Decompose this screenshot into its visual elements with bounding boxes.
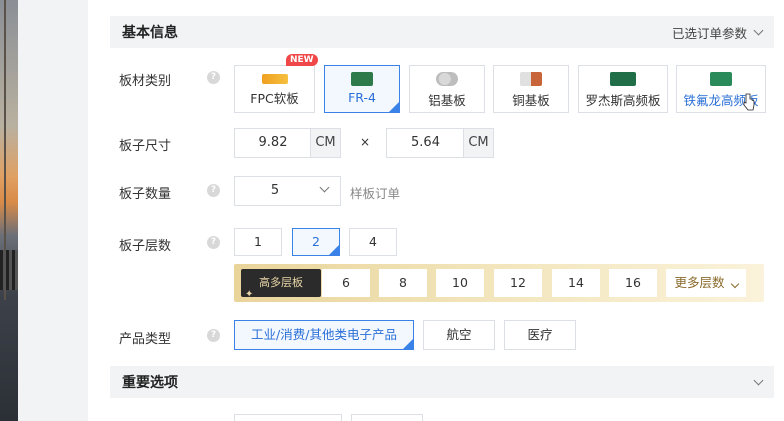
aluminum-board-icon xyxy=(436,72,458,86)
layer-option-4[interactable]: 4 xyxy=(349,228,397,256)
teflon-board-icon xyxy=(710,72,732,86)
next-option-box[interactable] xyxy=(234,414,342,421)
product-option-medical[interactable]: 医疗 xyxy=(504,320,576,350)
product-option-industrial[interactable]: 工业/消费/其他类电子产品 xyxy=(234,320,414,350)
product-option-aviation[interactable]: 航空 xyxy=(423,320,495,350)
quantity-select[interactable]: 5 xyxy=(234,176,341,206)
layer-option-12[interactable]: 12 xyxy=(494,269,542,297)
material-option-fr4[interactable]: FR-4 xyxy=(324,65,400,113)
sparkle-icon: ✦ xyxy=(245,289,254,300)
copper-board-icon xyxy=(520,72,542,86)
quantity-label: 板子数量 xyxy=(119,187,172,202)
layer-option-16[interactable]: 16 xyxy=(609,269,657,297)
rogers-board-icon xyxy=(610,72,636,86)
high-layer-tag: ✦ 高多层板 xyxy=(241,269,321,300)
material-option-copper[interactable]: 铜基板 xyxy=(493,65,569,113)
layer-option-2[interactable]: 2 xyxy=(292,228,340,256)
section-title: 基本信息 xyxy=(122,25,178,41)
basic-info-header: 基本信息 已选订单参数 xyxy=(110,16,774,48)
more-layers-select[interactable]: 更多层数 xyxy=(666,269,746,297)
width-input[interactable]: 9.82 CM xyxy=(234,128,341,158)
material-option-fpc[interactable]: FPC软板 xyxy=(234,65,315,113)
layers-label: 板子层数 xyxy=(119,239,172,254)
next-option-box[interactable] xyxy=(351,414,423,421)
width-unit: CM xyxy=(310,129,340,157)
help-icon[interactable]: ? xyxy=(207,184,220,197)
layer-option-1[interactable]: 1 xyxy=(234,228,282,256)
height-input[interactable]: 5.64 CM xyxy=(386,128,494,158)
pointer-cursor-icon xyxy=(743,93,755,111)
size-label: 板子尺寸 xyxy=(119,139,172,154)
background-photo xyxy=(0,0,18,421)
layer-option-10[interactable]: 10 xyxy=(436,269,484,297)
chevron-down-icon xyxy=(753,25,764,35)
fpc-board-icon xyxy=(261,74,288,84)
section-title: 重要选项 xyxy=(122,375,178,391)
help-icon[interactable]: ? xyxy=(207,329,220,342)
order-form-panel: 基本信息 已选订单参数 板材类别 ? FPC软板 NEW FR-4 铝基板 铜基… xyxy=(88,0,784,421)
chevron-down-icon xyxy=(753,375,764,385)
material-option-aluminum[interactable]: 铝基板 xyxy=(409,65,485,113)
help-icon[interactable]: ? xyxy=(207,71,220,84)
material-label: 板材类别 xyxy=(119,74,172,89)
height-unit: CM xyxy=(463,129,493,157)
fr4-board-icon xyxy=(351,72,373,86)
new-badge: NEW xyxy=(286,54,318,66)
quantity-note: 样板订单 xyxy=(350,186,401,201)
times-sign: × xyxy=(360,135,371,149)
help-icon[interactable]: ? xyxy=(207,236,220,249)
selected-params-toggle[interactable]: 已选订单参数 xyxy=(671,23,764,42)
material-option-rogers[interactable]: 罗杰斯高频板 xyxy=(578,65,668,113)
important-options-header[interactable]: 重要选项 xyxy=(110,366,774,398)
selected-params-label: 已选订单参数 xyxy=(671,25,747,41)
chevron-down-icon xyxy=(730,279,739,289)
product-type-label: 产品类型 xyxy=(119,332,172,347)
high-layer-bar: ✦ 高多层板 6 8 10 12 14 16 更多层数 xyxy=(234,264,764,302)
chevron-down-icon xyxy=(319,182,330,193)
layer-option-14[interactable]: 14 xyxy=(552,269,600,297)
layer-option-6[interactable]: 6 xyxy=(322,269,370,297)
layer-option-8[interactable]: 8 xyxy=(379,269,427,297)
